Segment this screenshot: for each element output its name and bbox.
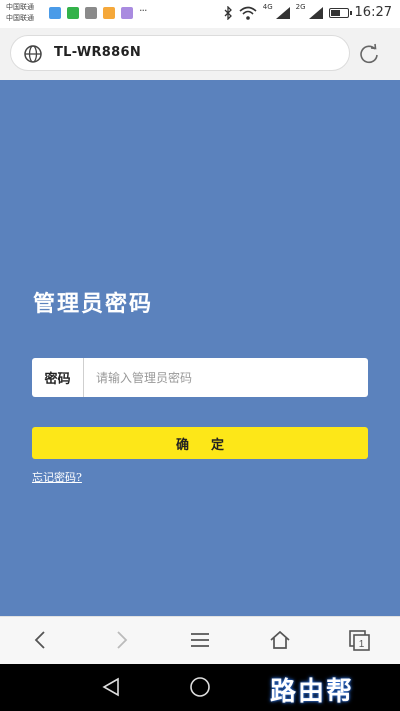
app-icon — [121, 7, 133, 19]
tabs-icon[interactable]: 1 — [348, 629, 372, 651]
forward-icon[interactable] — [110, 629, 132, 651]
address-bar[interactable]: TL-WR886N — [10, 35, 350, 71]
reload-icon[interactable] — [358, 43, 380, 65]
nav-home-icon[interactable] — [189, 676, 211, 698]
nav-back-icon[interactable] — [100, 676, 122, 698]
system-status: 4G 2G 16:27 — [223, 3, 392, 20]
status-bar: 中国联通 中国联通 ··· 4G 2G 16:27 — [0, 0, 400, 28]
network-type-label: 2G — [295, 3, 306, 11]
home-icon[interactable] — [268, 629, 292, 651]
wechat-icon — [67, 7, 79, 19]
signal-icon — [275, 6, 290, 19]
clock: 16:27 — [354, 5, 392, 20]
router-login-page: 管理员密码 密码 确定 忘记密码? — [0, 80, 400, 616]
carrier-line: 中国联通 — [6, 3, 34, 11]
page-title: 管理员密码 — [33, 291, 154, 317]
browser-toolbar: 1 — [0, 616, 400, 664]
app-icon — [103, 7, 115, 19]
forgot-password-link[interactable]: 忘记密码? — [32, 469, 82, 485]
confirm-button[interactable]: 确定 — [32, 427, 368, 459]
menu-icon[interactable] — [189, 629, 211, 651]
signal-icon — [308, 6, 323, 19]
globe-icon — [24, 45, 42, 63]
carrier-info: 中国联通 中国联通 — [6, 2, 34, 24]
carrier-line: 中国联通 — [6, 14, 34, 22]
more-icon: ··· — [139, 4, 148, 17]
browser-header: TL-WR886N — [0, 28, 400, 80]
wifi-icon — [239, 6, 257, 20]
message-app-icon — [49, 7, 61, 19]
tab-count: 1 — [359, 639, 365, 650]
password-input[interactable] — [84, 358, 368, 397]
notification-icons: ··· — [49, 4, 153, 19]
battery-icon — [328, 7, 352, 18]
gallery-icon — [85, 7, 97, 19]
url-text: TL-WR886N — [54, 45, 142, 60]
password-field-group: 密码 — [32, 358, 368, 397]
bluetooth-icon — [224, 5, 232, 20]
network-type-label: 4G — [262, 3, 273, 11]
password-label: 密码 — [32, 358, 84, 397]
watermark-logo: 路由帮 — [270, 677, 355, 707]
back-icon[interactable] — [30, 629, 52, 651]
